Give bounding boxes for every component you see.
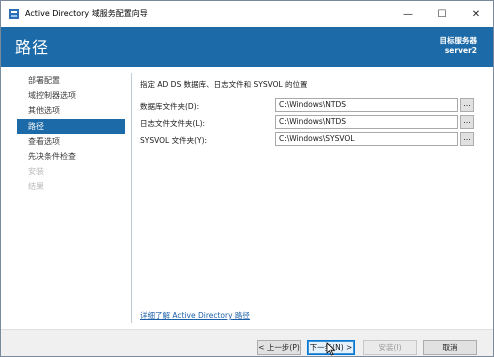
database-folder-browse-button[interactable]: ... — [460, 98, 474, 112]
window-title: Active Directory 域服务配置向导 — [25, 9, 148, 18]
nav-item-paths[interactable]: 路径 — [17, 118, 125, 134]
log-folder-label: 日志文件文件夹(L): — [140, 119, 206, 128]
database-folder-input[interactable]: C:\Windows\NTDS — [275, 98, 458, 112]
log-folder-input[interactable]: C:\Windows\NTDS — [275, 115, 458, 129]
database-folder-label: 数据库文件夹(D): — [140, 102, 200, 111]
mouse-cursor-icon — [326, 342, 336, 356]
nav-item-additional-options[interactable]: 其他选项 — [17, 103, 125, 118]
target-server-name: server2 — [444, 46, 477, 55]
paths-description: 指定 AD DS 数据库、日志文件和 SYSVOL 的位置 — [140, 80, 308, 89]
server-manager-icon — [9, 9, 19, 19]
sysvol-folder-browse-button[interactable]: ... — [460, 132, 474, 146]
close-button[interactable]: ✕ — [459, 1, 493, 27]
nav-divider — [131, 73, 132, 323]
wizard-nav: 部署配置 域控制器选项 其他选项 路径 查看选项 先决条件检查 安装 结果 — [17, 73, 125, 195]
sysvol-folder-label: SYSVOL 文件夹(Y): — [140, 136, 208, 145]
learn-more-link[interactable]: 详细了解 Active Directory 路径 — [140, 310, 250, 321]
nav-item-results: 结果 — [28, 182, 44, 192]
nav-item-review-options[interactable]: 查看选项 — [17, 134, 125, 149]
wizard-window: Active Directory 域服务配置向导 — ☐ ✕ 路径 目标服务器 … — [0, 0, 494, 357]
nav-item-installation: 安装 — [28, 167, 44, 177]
wizard-footer: < 上一步(P) 下一步(N) > 安装(I) 取消 — [1, 329, 493, 356]
nav-item-dc-options[interactable]: 域控制器选项 — [17, 88, 125, 103]
install-button: 安装(I) — [363, 340, 417, 355]
maximize-button[interactable]: ☐ — [425, 1, 459, 27]
page-header: 路径 目标服务器 server2 — [1, 27, 493, 67]
sysvol-folder-input[interactable]: C:\Windows\SYSVOL — [275, 132, 458, 146]
previous-button[interactable]: < 上一步(P) — [257, 340, 301, 355]
title-bar: Active Directory 域服务配置向导 — ☐ ✕ — [1, 1, 493, 27]
nav-item-deployment-config[interactable]: 部署配置 — [17, 73, 125, 88]
nav-item-prereq-check[interactable]: 先决条件检查 — [17, 149, 125, 164]
minimize-button[interactable]: — — [391, 1, 425, 27]
log-folder-browse-button[interactable]: ... — [460, 115, 474, 129]
page-title: 路径 — [15, 38, 50, 57]
cancel-button[interactable]: 取消 — [423, 340, 477, 355]
target-server-label: 目标服务器 — [439, 36, 478, 45]
